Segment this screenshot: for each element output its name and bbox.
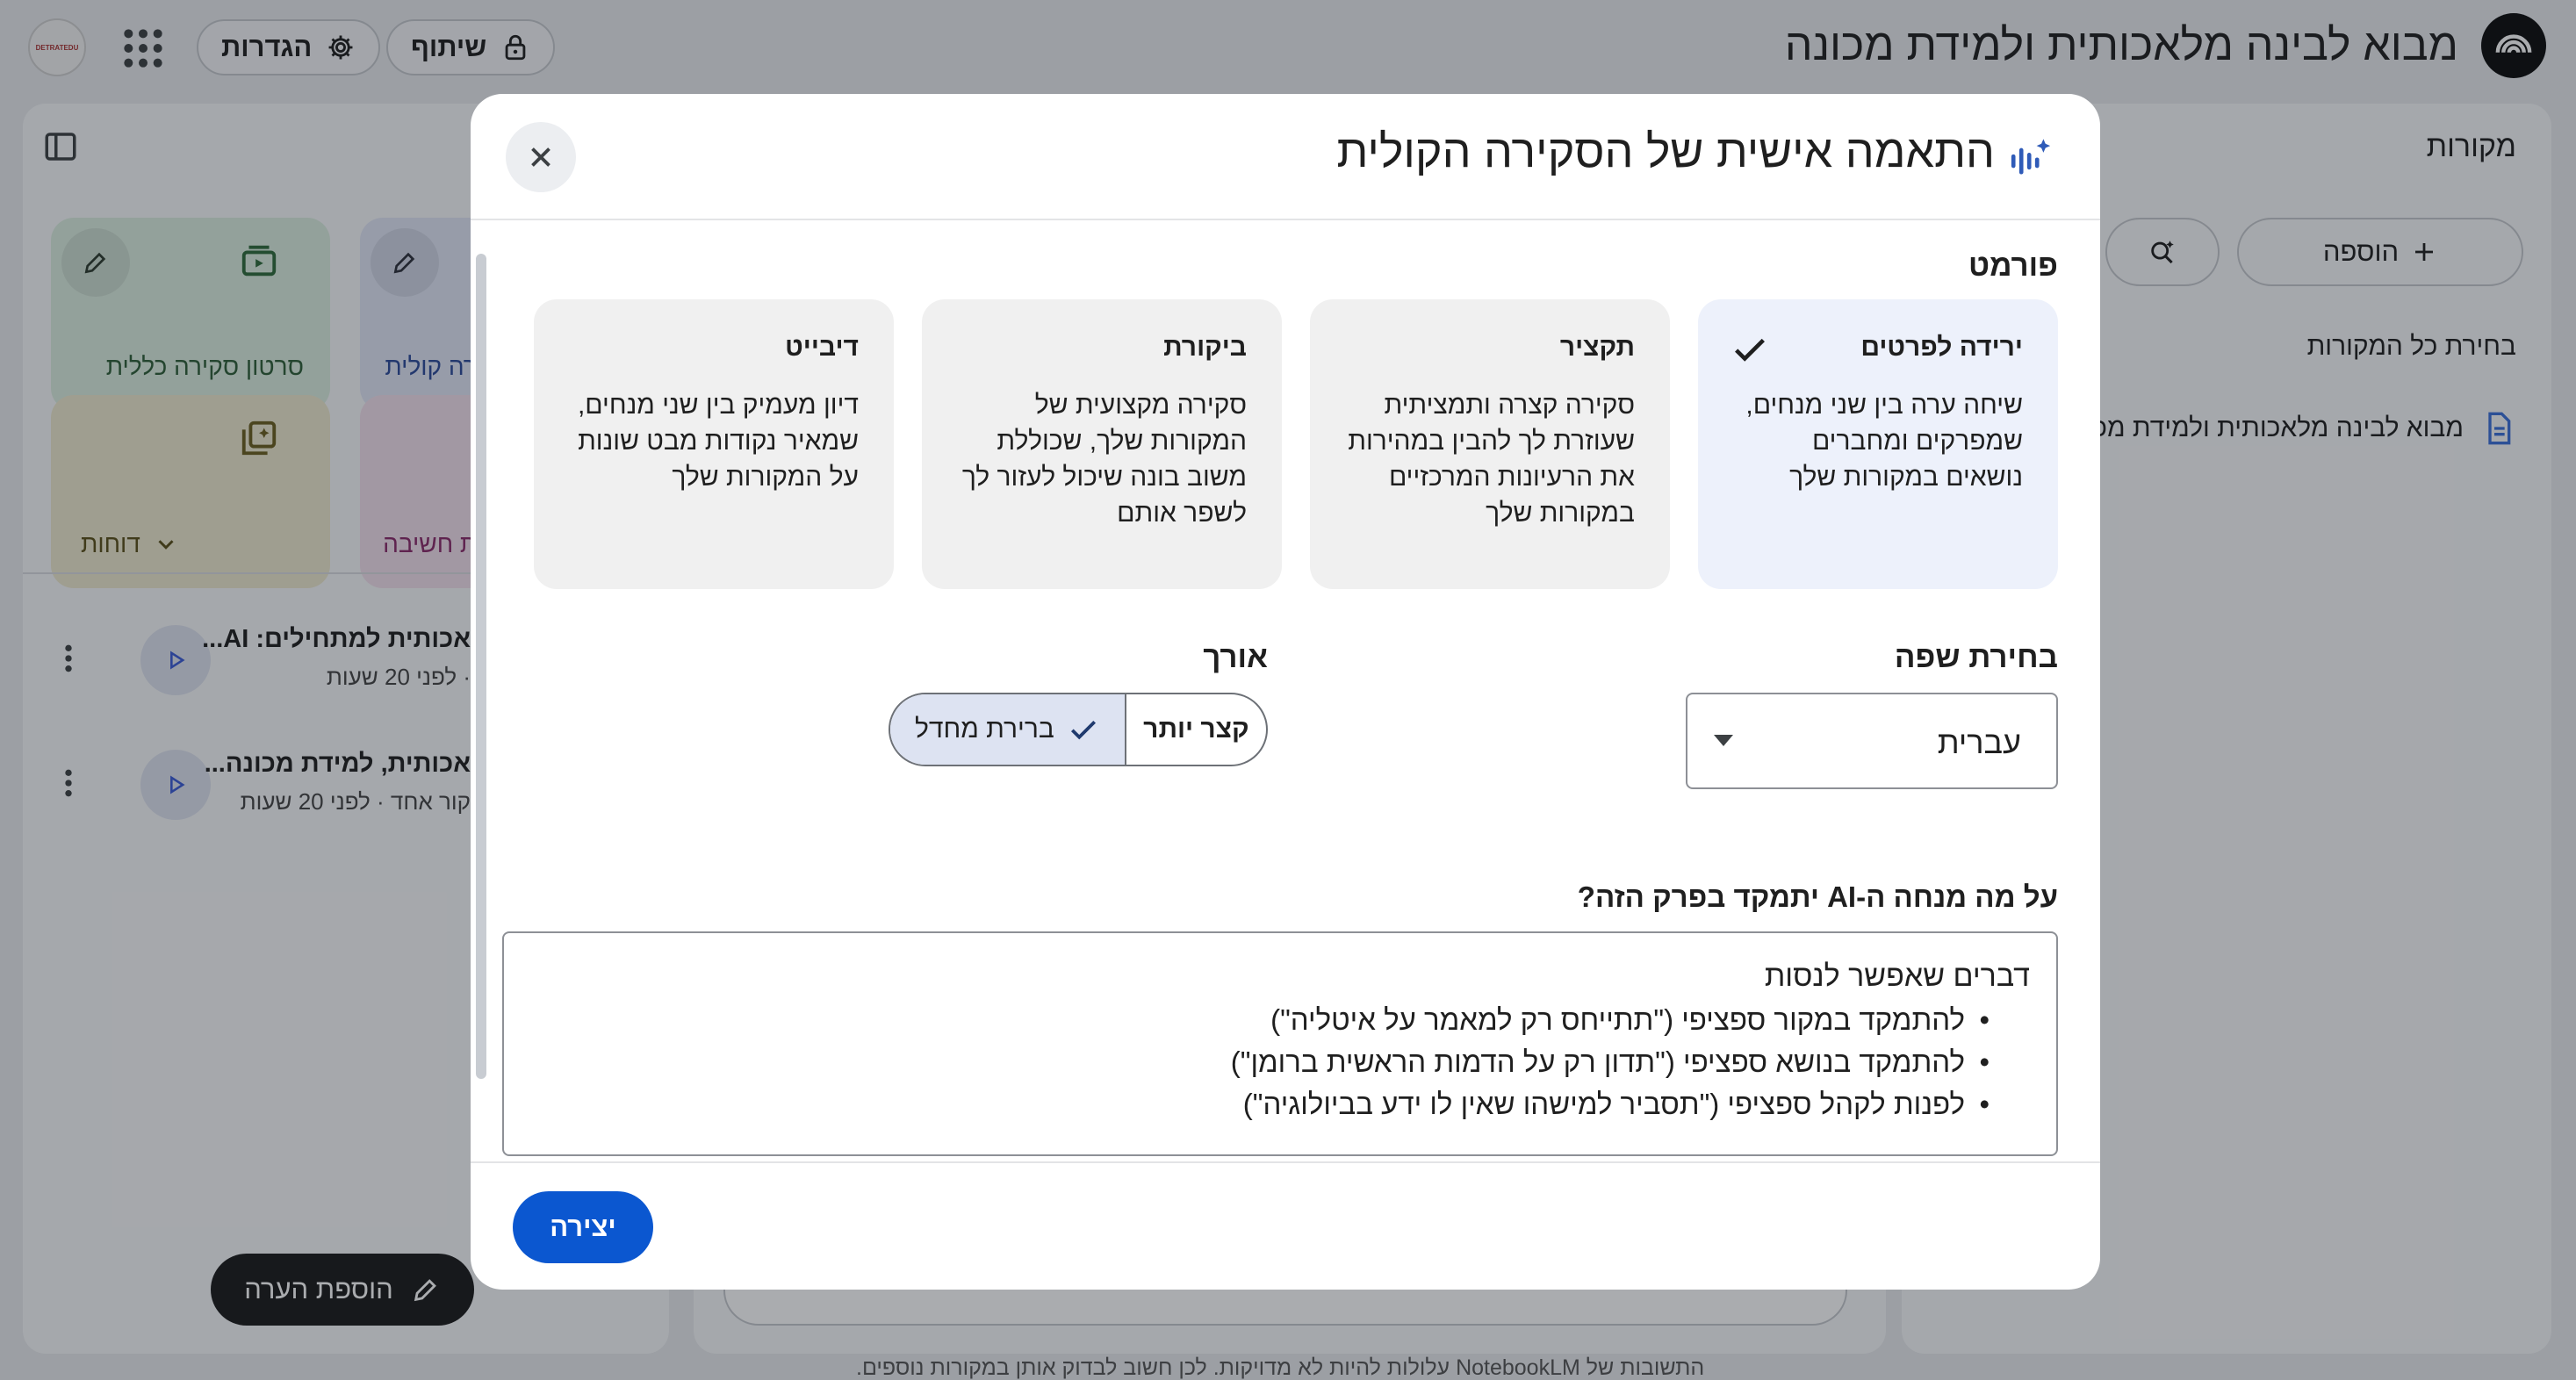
focus-placeholder-item: להתמקד במקור ספציפי ("תתייחס רק למאמר על… [1270,1003,1990,1037]
focus-textarea[interactable]: דברים שאפשר לנסות להתמקד במקור ספציפי ("… [502,931,2058,1156]
divider [471,1161,2100,1163]
close-icon [531,147,550,167]
audio-sparkle-icon [2011,139,2051,175]
length-label: אורך [1203,640,1268,674]
customize-audio-overview-dialog: התאמה אישית של הסקירה הקולית פורמט ירידה… [471,94,2100,1290]
format-option-debate[interactable]: דיבייט דיון מעמיק בין שני מנחים, שמאיר נ… [534,299,894,589]
format-option-description: סקירה מקצועית של המקורות שלך, שכוללת משו… [961,391,1247,528]
length-option-shorter[interactable]: קצר יותר [1124,694,1266,765]
language-label: בחירת שפה [1894,640,2058,674]
format-option-description: שיחה ערה בין שני מנחים, שמפרקים ומחברים … [1745,391,2023,492]
language-value: עברית [1937,724,2021,760]
close-button[interactable] [506,122,576,192]
format-option-title: ירידה לפרטים [1860,333,2023,362]
check-icon [1070,720,1096,740]
language-select[interactable]: עברית [1686,693,2058,789]
dialog-title: התאמה אישית של הסקירה הקולית [1336,126,1995,177]
format-option-title: ביקורת [1163,333,1247,362]
create-button[interactable]: יצירה [513,1191,653,1263]
format-option-brief[interactable]: תקציר סקירה קצרה ותמציתית שעוזרת לך להבי… [1310,299,1670,589]
caret-down-icon [1714,735,1733,746]
length-option-label: ברירת מחדל [914,715,1054,744]
focus-placeholder-item: להתמקד בנושא ספציפי ("תדון רק על הדמות ה… [1231,1046,1990,1079]
format-option-critique[interactable]: ביקורת סקירה מקצועית של המקורות שלך, שכו… [922,299,1282,589]
dialog-scrollbar[interactable] [476,254,486,1079]
format-option-title: דיבייט [785,333,859,362]
format-option-description: סקירה קצרה ותמציתית שעוזרת לך להבין במהי… [1348,391,1635,528]
format-label: פורמט [1968,248,2058,283]
check-icon [1735,338,1765,362]
length-segmented-control[interactable]: קצר יותר ברירת מחדל [889,693,1268,766]
format-option-deep-dive[interactable]: ירידה לפרטים שיחה ערה בין שני מנחים, שמפ… [1698,299,2058,589]
focus-placeholder-item: לפנות לקהל ספציפי ("תסביר למישהו שאין לו… [1243,1088,1990,1121]
dialog-header: התאמה אישית של הסקירה הקולית [471,94,2100,220]
format-option-description: דיון מעמיק בין שני מנחים, שמאיר נקודות מ… [577,391,859,492]
format-option-title: תקציר [1559,333,1635,362]
focus-placeholder-heading: דברים שאפשר לנסות [1764,960,2030,993]
length-option-default[interactable]: ברירת מחדל [890,694,1125,765]
focus-label: על מה מנחה ה-AI יתמקד בפרק הזה? [1577,880,2058,913]
length-option-label: קצר יותר [1143,715,1249,744]
